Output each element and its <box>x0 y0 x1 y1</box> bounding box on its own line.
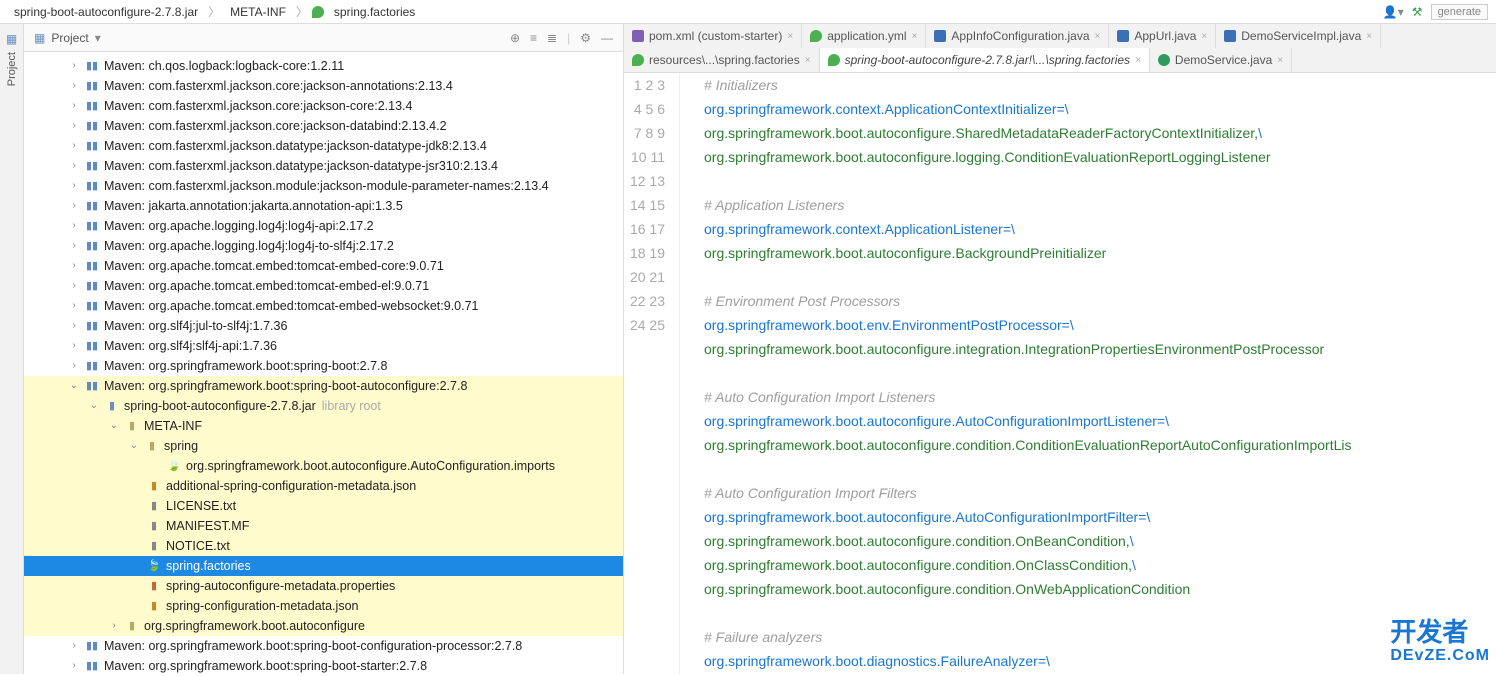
tree-lib[interactable]: ›▮▮Maven: org.slf4j:jul-to-slf4j:1.7.36 <box>24 316 623 336</box>
expand-icon[interactable]: ≡ <box>530 31 537 45</box>
close-icon[interactable]: × <box>1201 31 1207 42</box>
user-icon[interactable]: 👤▾ <box>1383 5 1404 19</box>
tree-lib[interactable]: ›▮▮Maven: com.fasterxml.jackson.datatype… <box>24 136 623 156</box>
project-panel: ▦ Project ▾ ⊕ ≡ ≣ | ⚙ — ›▮▮Maven: ch.qos… <box>24 24 624 674</box>
class-icon <box>934 30 946 42</box>
left-tool-gutter: ▦ Project <box>0 24 24 674</box>
tree-manifest[interactable]: ▮MANIFEST.MF <box>24 516 623 536</box>
project-tool-icon[interactable]: ▦ <box>6 32 17 46</box>
tree-jar[interactable]: ⌄▮spring-boot-autoconfigure-2.7.8.jarlib… <box>24 396 623 416</box>
project-view-icon: ▦ <box>34 31 45 45</box>
tree-spring-folder[interactable]: ⌄▮spring <box>24 436 623 456</box>
close-icon[interactable]: × <box>787 31 793 42</box>
close-icon[interactable]: × <box>912 31 918 42</box>
class-icon <box>1117 30 1129 42</box>
minimize-icon[interactable]: — <box>601 31 613 45</box>
close-icon[interactable]: × <box>1366 31 1372 42</box>
divider: | <box>567 31 570 45</box>
chevron-right-icon: 〉 <box>296 3 308 20</box>
chevron-right-icon: 〉 <box>208 3 220 20</box>
tab-appurl[interactable]: AppUrl.java× <box>1109 24 1216 48</box>
tree-spring-factories[interactable]: 🍃spring.factories <box>24 556 623 576</box>
tree-license[interactable]: ▮LICENSE.txt <box>24 496 623 516</box>
tree-imports-file[interactable]: 🍃org.springframework.boot.autoconfigure.… <box>24 456 623 476</box>
gear-icon[interactable]: ⚙ <box>580 31 591 45</box>
project-tool-tab[interactable]: Project <box>4 46 20 92</box>
leaf-icon <box>312 6 324 18</box>
generate-button[interactable]: generate <box>1431 4 1488 20</box>
line-gutter: 1 2 3 4 5 6 7 8 9 10 11 12 13 14 15 16 1… <box>624 73 680 674</box>
tree-notice[interactable]: ▮NOTICE.txt <box>24 536 623 556</box>
tree-lib[interactable]: ›▮▮Maven: ch.qos.logback:logback-core:1.… <box>24 56 623 76</box>
breadcrumb-bar: spring-boot-autoconfigure-2.7.8.jar 〉 ME… <box>0 0 1496 24</box>
tab-demoservice[interactable]: DemoService.java× <box>1150 48 1292 72</box>
editor-area: pom.xml (custom-starter)× application.ym… <box>624 24 1496 674</box>
tree-lib[interactable]: ›▮▮Maven: com.fasterxml.jackson.core:jac… <box>24 96 623 116</box>
project-view-title[interactable]: Project <box>51 31 88 45</box>
interface-icon <box>1158 54 1170 66</box>
tree-lib[interactable]: ›▮▮Maven: org.apache.logging.log4j:log4j… <box>24 236 623 256</box>
tree-lib[interactable]: ›▮▮Maven: jakarta.annotation:jakarta.ann… <box>24 196 623 216</box>
tree-lib[interactable]: ›▮▮Maven: org.springframework.boot:sprin… <box>24 636 623 656</box>
tree-addl-json[interactable]: ▮additional-spring-configuration-metadat… <box>24 476 623 496</box>
close-icon[interactable]: × <box>1277 55 1283 66</box>
leaf-icon <box>810 30 822 42</box>
tab-app-yml[interactable]: application.yml× <box>802 24 926 48</box>
project-tree[interactable]: ›▮▮Maven: ch.qos.logback:logback-core:1.… <box>24 52 623 674</box>
tree-autopkg[interactable]: ›▮org.springframework.boot.autoconfigure <box>24 616 623 636</box>
close-icon[interactable]: × <box>1095 31 1101 42</box>
tree-lib-autoconfigure[interactable]: ⌄▮▮Maven: org.springframework.boot:sprin… <box>24 376 623 396</box>
tree-lib[interactable]: ›▮▮Maven: org.springframework.boot:sprin… <box>24 356 623 376</box>
collapse-icon[interactable]: ≣ <box>547 31 557 45</box>
close-icon[interactable]: × <box>805 55 811 66</box>
tree-lib[interactable]: ›▮▮Maven: com.fasterxml.jackson.datatype… <box>24 156 623 176</box>
tree-lib[interactable]: ›▮▮Maven: org.apache.tomcat.embed:tomcat… <box>24 256 623 276</box>
tree-lib[interactable]: ›▮▮Maven: org.apache.tomcat.embed:tomcat… <box>24 296 623 316</box>
tree-lib[interactable]: ›▮▮Maven: org.slf4j:slf4j-api:1.7.36 <box>24 336 623 356</box>
code-editor[interactable]: 1 2 3 4 5 6 7 8 9 10 11 12 13 14 15 16 1… <box>624 73 1496 674</box>
tree-autometa[interactable]: ▮spring-autoconfigure-metadata.propertie… <box>24 576 623 596</box>
breadcrumb-jar[interactable]: spring-boot-autoconfigure-2.7.8.jar <box>8 5 204 19</box>
tab-jar-factories[interactable]: spring-boot-autoconfigure-2.7.8.jar!\...… <box>820 48 1150 72</box>
chevron-down-icon[interactable]: ▾ <box>95 31 101 45</box>
tab-resources-factories[interactable]: resources\...\spring.factories× <box>624 48 820 72</box>
tree-lib[interactable]: ›▮▮Maven: com.fasterxml.jackson.module:j… <box>24 176 623 196</box>
leaf-icon <box>828 54 840 66</box>
tree-lib[interactable]: ›▮▮Maven: org.apache.tomcat.embed:tomcat… <box>24 276 623 296</box>
tab-pom[interactable]: pom.xml (custom-starter)× <box>624 24 802 48</box>
watermark: 开发者 DEvZE.CoM <box>1390 620 1490 668</box>
breadcrumb-metainf[interactable]: META-INF <box>224 5 292 19</box>
tab-demoimpl[interactable]: DemoServiceImpl.java× <box>1216 24 1381 48</box>
leaf-icon <box>632 54 644 66</box>
close-icon[interactable]: × <box>1135 55 1141 66</box>
code-content[interactable]: # Initializers org.springframework.conte… <box>680 73 1496 674</box>
tree-lib[interactable]: ›▮▮Maven: com.fasterxml.jackson.core:jac… <box>24 116 623 136</box>
tree-lib[interactable]: ›▮▮Maven: com.fasterxml.jackson.core:jac… <box>24 76 623 96</box>
tab-appinfo[interactable]: AppInfoConfiguration.java× <box>926 24 1109 48</box>
editor-tabs: pom.xml (custom-starter)× application.ym… <box>624 24 1496 73</box>
breadcrumb-file[interactable]: spring.factories <box>328 5 421 19</box>
tree-confmeta[interactable]: ▮spring-configuration-metadata.json <box>24 596 623 616</box>
tree-lib[interactable]: ›▮▮Maven: org.springframework.boot:sprin… <box>24 656 623 674</box>
maven-icon <box>632 30 644 42</box>
hammer-icon[interactable]: ⚒ <box>1412 5 1423 19</box>
tree-lib[interactable]: ›▮▮Maven: org.apache.logging.log4j:log4j… <box>24 216 623 236</box>
locate-icon[interactable]: ⊕ <box>510 31 520 45</box>
class-icon <box>1224 30 1236 42</box>
project-panel-header: ▦ Project ▾ ⊕ ≡ ≣ | ⚙ — <box>24 24 623 52</box>
tree-metainf[interactable]: ⌄▮META-INF <box>24 416 623 436</box>
breadcrumb[interactable]: spring-boot-autoconfigure-2.7.8.jar 〉 ME… <box>8 3 421 20</box>
